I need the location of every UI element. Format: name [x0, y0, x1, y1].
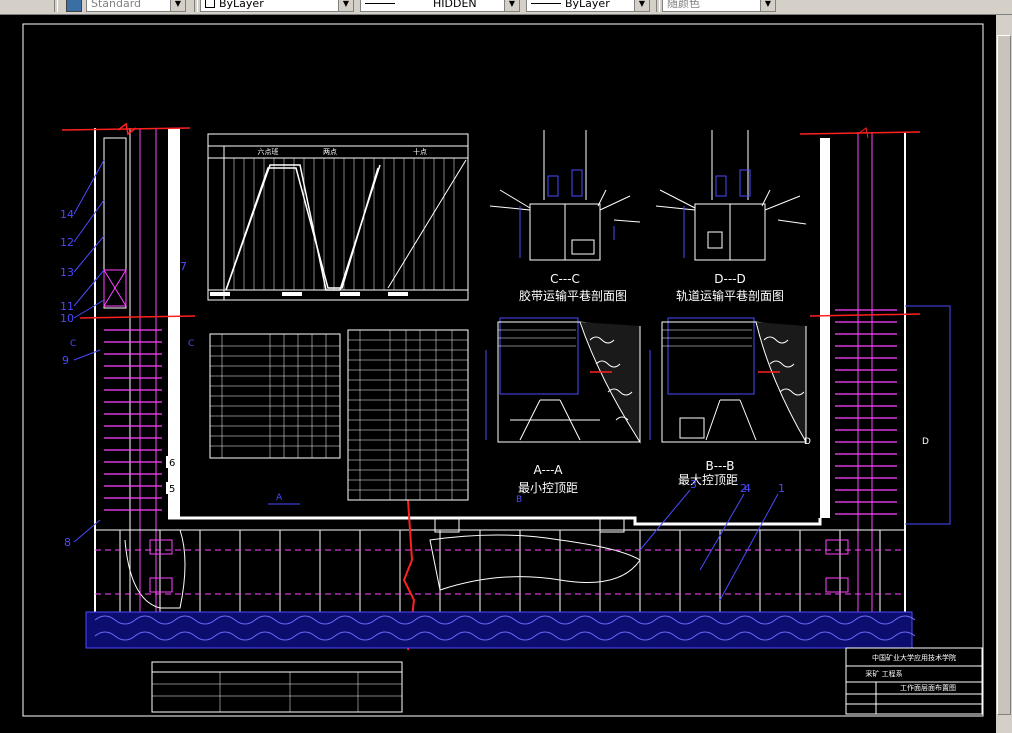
- linetype-control-value: HIDDEN: [433, 0, 477, 10]
- color-control-value: ByLayer: [219, 0, 264, 10]
- left-cable-loops: [104, 329, 162, 511]
- svg-text:8: 8: [64, 536, 71, 549]
- toolbar-separator: [656, 0, 660, 12]
- callout-6: 6: [169, 458, 175, 469]
- equipment-table-left: [209, 333, 341, 459]
- section-dd-caption: 轨道运输平巷剖面图: [676, 288, 784, 303]
- svg-text:13: 13: [60, 266, 74, 279]
- label-c-right: C: [188, 339, 194, 349]
- equipment-list-table: [151, 661, 403, 713]
- lineweight-control-select[interactable]: ByLayer ▼: [526, 0, 650, 12]
- lineweight-preview-icon: [531, 3, 561, 4]
- callout-7: 7: [180, 260, 187, 273]
- linetype-control-select[interactable]: HIDDEN ▼: [360, 0, 520, 12]
- graph-tab-right: 十点: [413, 147, 427, 156]
- drawing-canvas[interactable]: 六点班 两点 十点 C---C 胶带运输平巷剖面图 D---D 轨道运输平巷剖面…: [0, 15, 1012, 733]
- callouts-left: 14 12 13 11 10 9 8: [60, 159, 105, 549]
- text-style-select[interactable]: Standard ▼: [86, 0, 186, 12]
- title-block: 中国矿业大学应用技术学院 采矿 工程系 工作面层面布置图: [845, 647, 983, 715]
- cad-drawing: 六点班 两点 十点 C---C 胶带运输平巷剖面图 D---D 轨道运输平巷剖面…: [22, 23, 984, 717]
- gob-area: [85, 611, 916, 649]
- left-roadway: [61, 122, 196, 612]
- chevron-down-icon[interactable]: ▼: [338, 0, 353, 11]
- color-control-select[interactable]: ByLayer ▼: [200, 0, 354, 12]
- callouts-right: 1 2 3 4: [639, 478, 785, 601]
- scrollbar-thumb[interactable]: [997, 35, 1011, 715]
- section-aa-title: A---A: [534, 463, 564, 477]
- chevron-down-icon[interactable]: ▼: [504, 0, 519, 11]
- title-block-drawing: 工作面层面布置图: [900, 683, 956, 692]
- color-swatch-icon: [205, 0, 215, 8]
- title-block-dept: 采矿 工程系: [865, 669, 902, 678]
- title-block-school: 中国矿业大学应用技术学院: [872, 653, 956, 662]
- label-d-right: D: [922, 437, 929, 447]
- section-bb-title: B---B: [705, 459, 734, 473]
- lineweight-control-value: ByLayer: [565, 0, 610, 10]
- plot-style-value: 随颜色: [667, 0, 700, 10]
- section-bb-caption: 最大控顶距: [678, 473, 738, 487]
- plot-style-select[interactable]: 随颜色 ▼: [662, 0, 776, 12]
- section-aa-caption: 最小控顶距: [518, 481, 578, 495]
- label-d-left: D: [804, 437, 811, 447]
- toolbar-separator: [54, 0, 58, 12]
- section-dd-title: D---D: [714, 272, 745, 286]
- label-c-left: C: [70, 339, 76, 349]
- toolbar-separator: [194, 0, 198, 12]
- properties-toolbar: Standard ▼ ByLayer ▼ HIDDEN ▼ ByLayer ▼ …: [0, 0, 1012, 15]
- section-bb-drawing: B---B 最大控顶距: [649, 317, 807, 487]
- section-cc-caption: 胶带运输平巷剖面图: [519, 288, 627, 303]
- svg-text:10: 10: [60, 312, 74, 325]
- chevron-down-icon[interactable]: ▼: [634, 0, 649, 11]
- dimension-line: [905, 305, 951, 525]
- linetype-preview-icon: [365, 3, 395, 4]
- text-style-value: Standard: [91, 0, 142, 10]
- svg-text:3: 3: [690, 478, 697, 491]
- section-cc-title: C---C: [550, 272, 580, 286]
- svg-text:4: 4: [744, 482, 751, 495]
- chevron-down-icon[interactable]: ▼: [170, 0, 185, 11]
- chevron-down-icon[interactable]: ▼: [760, 0, 775, 11]
- svg-text:9: 9: [62, 354, 69, 367]
- vertical-scrollbar[interactable]: [996, 15, 1012, 733]
- graph-tab-left: 六点班: [258, 147, 279, 156]
- svg-text:14: 14: [60, 208, 74, 221]
- cycle-graph: 六点班 两点 十点: [207, 133, 469, 301]
- equipment-table-right: [347, 329, 469, 501]
- right-cable-loops: [835, 309, 897, 515]
- label-a: A: [276, 493, 283, 503]
- svg-text:12: 12: [60, 236, 74, 249]
- section-cc-drawing: C---C 胶带运输平巷剖面图: [489, 130, 641, 303]
- text-style-icon[interactable]: [66, 0, 82, 12]
- section-dd-drawing: D---D 轨道运输平巷剖面图: [655, 130, 807, 303]
- label-b: B: [516, 495, 522, 505]
- svg-text:1: 1: [778, 482, 785, 495]
- graph-tab-mid: 两点: [323, 148, 337, 156]
- callout-5: 5: [169, 484, 175, 495]
- section-aa-drawing: A---A 最小控顶距: [485, 317, 641, 495]
